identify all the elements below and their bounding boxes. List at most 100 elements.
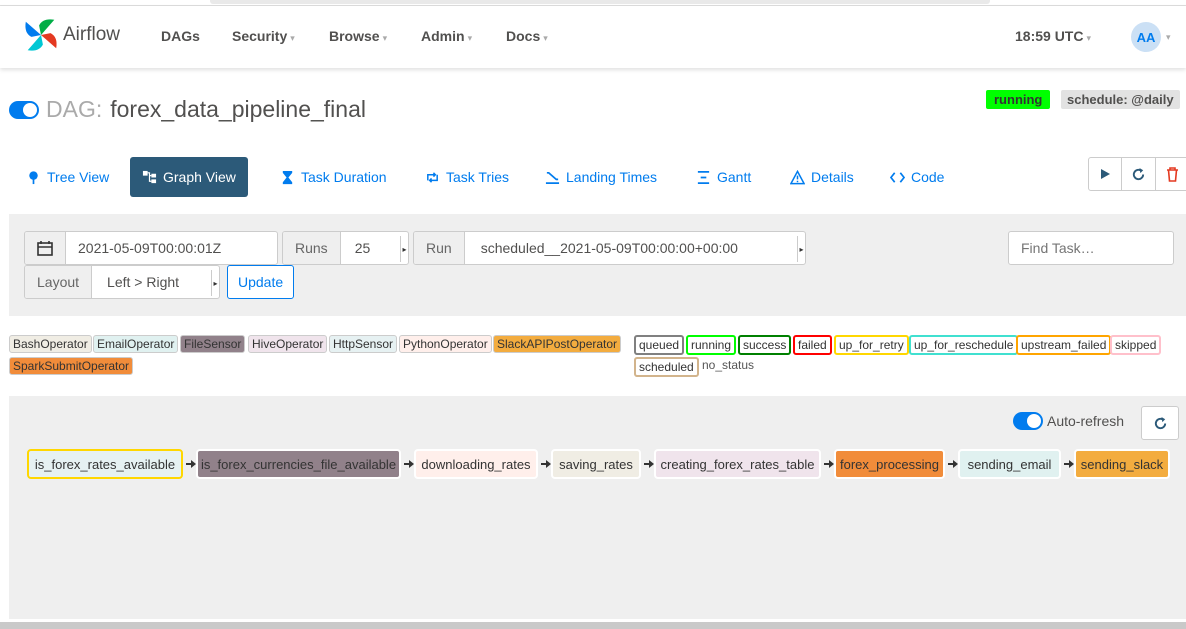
delete-dag-button[interactable] [1156,157,1186,191]
tab-label: Task Tries [446,169,510,185]
tab-label: Details [811,169,854,185]
top-navbar: Airflow DAGs Security ▾ Browse ▾ Admin ▾ Do… [0,6,1186,68]
task-node-label: is_forex_currencies_file_available [200,456,397,472]
edge-arrow [948,460,958,468]
calendar-icon [37,241,53,256]
run-select[interactable]: Run scheduled__2021-05-09T00:00:00+00:00… [413,231,806,265]
auto-refresh-label: Auto-refresh [1047,413,1125,429]
find-task-input[interactable] [1008,231,1174,265]
task-node[interactable]: downloading_rates [414,449,538,479]
clock-menu[interactable]: 18:59 UTC ▾ [1015,28,1091,44]
refresh-dag-button[interactable] [1122,157,1156,191]
auto-refresh[interactable]: Auto-refresh [1013,412,1124,430]
legend-operator: HiveOperator [248,335,328,353]
toggle-knob [23,102,37,117]
legend-state: up_for_reschedule [909,335,1019,355]
chevron-down-icon: ▾ [1086,33,1091,43]
nav-security[interactable]: Security ▾ [232,28,295,44]
brand-name: Airflow [63,24,121,45]
dag-pause-toggle[interactable] [9,100,39,119]
task-node[interactable]: creating_forex_rates_table [654,449,821,479]
brand[interactable]: Airflow [22,16,120,54]
align-center-icon [697,170,710,184]
tab-tree-view[interactable]: Tree View [14,157,121,197]
task-node-label: creating_forex_rates_table [660,456,815,472]
tab-gantt[interactable]: Gantt [684,157,763,197]
legend-state: up_for_retry [834,335,909,355]
tab-task-tries[interactable]: Task Tries [413,157,521,197]
user-avatar[interactable]: AA [1131,22,1161,52]
tab-landing-times[interactable]: Landing Times [533,157,669,197]
dag-state-badge: running [986,90,1051,109]
run-value: scheduled__2021-05-09T00:00:00+00:00 [480,240,738,256]
edge-arrow [541,460,551,468]
task-node[interactable]: is_forex_currencies_file_available [196,449,401,479]
nav-docs-label: Docs [506,28,541,44]
map-pin-icon [29,170,38,184]
select-arrow-icon: ▸ [400,236,408,262]
edge-arrow [186,460,196,468]
task-node-label: saving_rates [559,456,633,472]
hourglass-icon [282,170,293,184]
legend-operator: PythonOperator [399,335,492,353]
nav-browse-label: Browse [329,28,380,44]
clock-label: 18:59 UTC [1015,28,1084,44]
update-button[interactable]: Update [227,265,295,299]
tab-label: Code [911,169,945,185]
graph-icon [142,170,157,183]
browser-scrollbar [210,0,990,4]
edge-arrow [644,460,654,468]
nav-docs[interactable]: Docs ▾ [506,28,548,44]
warning-triangle-icon [790,169,805,184]
dag-action-buttons [1088,157,1186,191]
task-node[interactable]: forex_processing [834,449,945,479]
legend-state: failed [793,335,832,355]
task-node[interactable]: is_forex_rates_available [27,449,183,479]
task-node[interactable]: sending_slack [1074,449,1170,479]
tab-code[interactable]: Code [878,157,956,197]
task-node[interactable]: saving_rates [551,449,641,479]
legend-operator: SlackAPIPostOperator [493,335,622,353]
tab-graph-view[interactable]: Graph View [130,157,248,197]
legend-state: scheduled [634,357,699,377]
tab-label: Landing Times [566,169,658,185]
runs-label: Runs [283,232,341,264]
legend-state: queued [634,335,685,355]
layout-select[interactable]: Layout Left > Right ▸ [24,265,220,299]
runs-select[interactable]: Runs 25 ▸ [282,231,409,265]
task-node-label: forex_processing [840,456,939,472]
filter-panel: 2021-05-09T00:00:01Z Runs 25 ▸ Run sched… [9,214,1186,316]
dag-header: DAG: forex_data_pipeline_final [9,96,366,123]
task-node-label: is_forex_rates_available [34,456,176,472]
legend-state: running [686,335,737,355]
nav-admin[interactable]: Admin ▾ [421,28,472,44]
retweet-icon [427,171,438,183]
graph-panel: Auto-refresh is_forex_rates_available is… [9,396,1186,619]
calendar-addon [25,232,66,264]
tab-label: Gantt [717,169,752,185]
refresh-icon [1154,416,1166,429]
nav-security-label: Security [232,28,288,44]
legend-operator: EmailOperator [93,335,179,353]
refresh-icon [1132,167,1145,180]
legend-operator: FileSensor [180,335,246,353]
tab-details[interactable]: Details [778,157,866,197]
execution-date-value: 2021-05-09T00:00:01Z [78,240,222,256]
tab-task-duration[interactable]: Task Duration [268,157,399,197]
tab-label: Graph View [163,169,236,185]
execution-date-picker[interactable]: 2021-05-09T00:00:01Z [24,231,278,265]
trigger-dag-button[interactable] [1088,157,1122,191]
chevron-down-icon: ▾ [382,33,388,43]
legend-operator: HttpSensor [329,335,398,353]
legend-no-status: no_status [702,358,755,372]
edge-arrow [824,460,834,468]
refresh-graph-button[interactable] [1141,406,1179,440]
auto-refresh-toggle[interactable] [1013,412,1043,430]
tab-label: Task Duration [301,169,387,185]
chevron-down-icon[interactable]: ▾ [1166,32,1171,43]
nav-browse[interactable]: Browse ▾ [329,28,387,44]
task-node-label: downloading_rates [421,456,531,472]
task-node[interactable]: sending_email [958,449,1061,479]
nav-dags[interactable]: DAGs [161,28,200,44]
select-arrow-icon: ▸ [211,270,219,296]
